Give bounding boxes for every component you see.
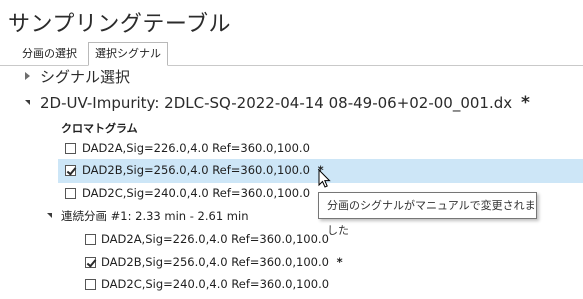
window-title: サンプリングテーブル	[8, 12, 232, 37]
tab-fraction-selection[interactable]: 分画の選択	[16, 44, 83, 64]
checkbox-checked[interactable]	[65, 165, 76, 176]
chromatogram-header: クロマトグラム	[61, 122, 138, 135]
collapse-triangle-down-icon[interactable]	[25, 100, 30, 105]
signal-row-label: DAD2A,Sig=226.0,4.0 Ref=360.0,100.0	[82, 141, 310, 155]
tooltip: 分画のシグナルがマニュアルで変更されました	[318, 192, 537, 237]
modified-asterisk: *	[336, 255, 343, 269]
signal-row-label: DAD2C,Sig=240.0,4.0 Ref=360.0,100.0	[82, 186, 311, 200]
signal-row-label: DAD2C,Sig=240.0,4.0 Ref=360.0,100.0	[101, 277, 330, 291]
signal-row-label: DAD2B,Sig=256.0,4.0 Ref=360.0,100.0	[82, 163, 310, 177]
signal-row-label: DAD2A,Sig=226.0,4.0 Ref=360.0,100.0	[101, 232, 329, 246]
file-node-label: 2D-UV-Impurity: 2DLC-SQ-2022-04-14 08-49…	[40, 94, 513, 112]
signal-select-label: シグナル選択	[40, 68, 131, 86]
checkbox[interactable]	[65, 188, 76, 199]
mouse-pointer-icon	[318, 169, 331, 188]
checkbox[interactable]	[85, 279, 96, 290]
expand-triangle-right-icon[interactable]	[25, 72, 30, 80]
tab-strip: 分画の選択 選択シグナル	[0, 42, 583, 66]
tab-selected-signals[interactable]: 選択シグナル	[88, 42, 168, 66]
modified-asterisk: *	[520, 93, 530, 113]
collapse-triangle-down-icon[interactable]	[47, 213, 52, 218]
checkbox-checked[interactable]	[85, 257, 96, 268]
checkbox[interactable]	[85, 234, 96, 245]
checkbox[interactable]	[65, 143, 76, 154]
continuous-fraction-label: 連続分画 #1: 2.33 min - 2.61 min	[61, 209, 249, 223]
signal-row-label: DAD2B,Sig=256.0,4.0 Ref=360.0,100.0	[101, 255, 329, 269]
